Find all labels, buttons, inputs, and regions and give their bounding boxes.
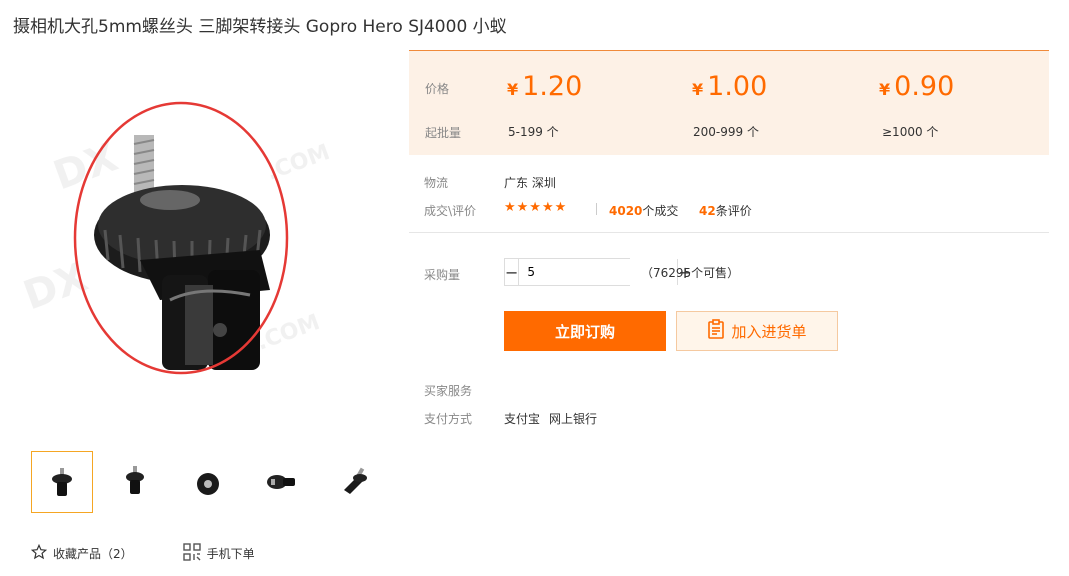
favorite-label: 收藏产品（2） bbox=[53, 547, 133, 561]
buy-now-button[interactable]: 立即订购 bbox=[504, 311, 666, 351]
qr-code-icon bbox=[182, 543, 201, 564]
divider bbox=[409, 232, 1049, 233]
price-tier-3: ¥0.90 bbox=[879, 71, 955, 102]
rating-stars: ★★★★★ bbox=[504, 200, 568, 215]
logistics-value: 广东 深圳 bbox=[504, 176, 556, 190]
price-tier-1: ¥1.20 bbox=[507, 71, 583, 102]
logistics-label: 物流 bbox=[424, 176, 449, 190]
add-to-list-label: 加入进货单 bbox=[731, 322, 807, 341]
payment-label: 支付方式 bbox=[424, 412, 473, 426]
thumbnail-strip bbox=[31, 451, 385, 513]
favorite-product-button[interactable]: 收藏产品（2） bbox=[30, 543, 133, 563]
mobile-order-label: 手机下单 bbox=[206, 547, 255, 561]
divider bbox=[596, 203, 597, 215]
decrease-button[interactable]: − bbox=[505, 259, 518, 285]
clipboard-icon bbox=[707, 319, 725, 343]
product-title: 摄相机大孔5mm螺丝头 三脚架转接头 Gopro Hero SJ4000 小蚁 bbox=[13, 17, 507, 37]
thumbnail-5[interactable] bbox=[323, 451, 385, 513]
add-to-list-button[interactable]: 加入进货单 bbox=[676, 311, 838, 351]
range-tier-3: ≥1000 个 bbox=[882, 125, 939, 139]
range-tier-1: 5-199 个 bbox=[508, 125, 559, 139]
range-tier-2: 200-999 个 bbox=[693, 125, 759, 139]
thumbnail-4[interactable] bbox=[250, 451, 312, 513]
deals-label: 成交\评价 bbox=[424, 204, 477, 218]
price-label: 价格 bbox=[425, 82, 450, 96]
thumbnail-1[interactable] bbox=[31, 451, 93, 513]
price-box: 价格 起批量 ¥1.20 5-199 个 ¥1.00 200-999 个 ¥0.… bbox=[409, 50, 1049, 155]
left-actions: 收藏产品（2） 手机下单 bbox=[30, 543, 255, 564]
review-count[interactable]: 42条评价 bbox=[699, 202, 752, 219]
deal-count[interactable]: 4020个成交 bbox=[609, 202, 678, 219]
price-tier-2: ¥1.00 bbox=[692, 71, 768, 102]
buyer-service-label: 买家服务 bbox=[424, 384, 473, 398]
star-outline-icon bbox=[30, 543, 48, 563]
mobile-order-button[interactable]: 手机下单 bbox=[182, 543, 255, 564]
thumbnail-2[interactable] bbox=[104, 451, 166, 513]
stock-available: （76295个可售） bbox=[641, 266, 740, 280]
payment-method-online-bank: 网上银行 bbox=[549, 412, 598, 426]
quantity-stepper: − + bbox=[504, 258, 692, 286]
svg-text:.COM: .COM bbox=[264, 140, 334, 186]
moq-label: 起批量 bbox=[425, 126, 462, 140]
main-product-image[interactable]: DX .COM DX .COM bbox=[18, 60, 400, 440]
payment-method-alipay: 支付宝 bbox=[504, 412, 541, 426]
thumbnail-3[interactable] bbox=[177, 451, 239, 513]
svg-text:.COM: .COM bbox=[254, 310, 324, 356]
purchase-label: 采购量 bbox=[424, 268, 461, 282]
svg-text:DX: DX bbox=[48, 134, 124, 199]
